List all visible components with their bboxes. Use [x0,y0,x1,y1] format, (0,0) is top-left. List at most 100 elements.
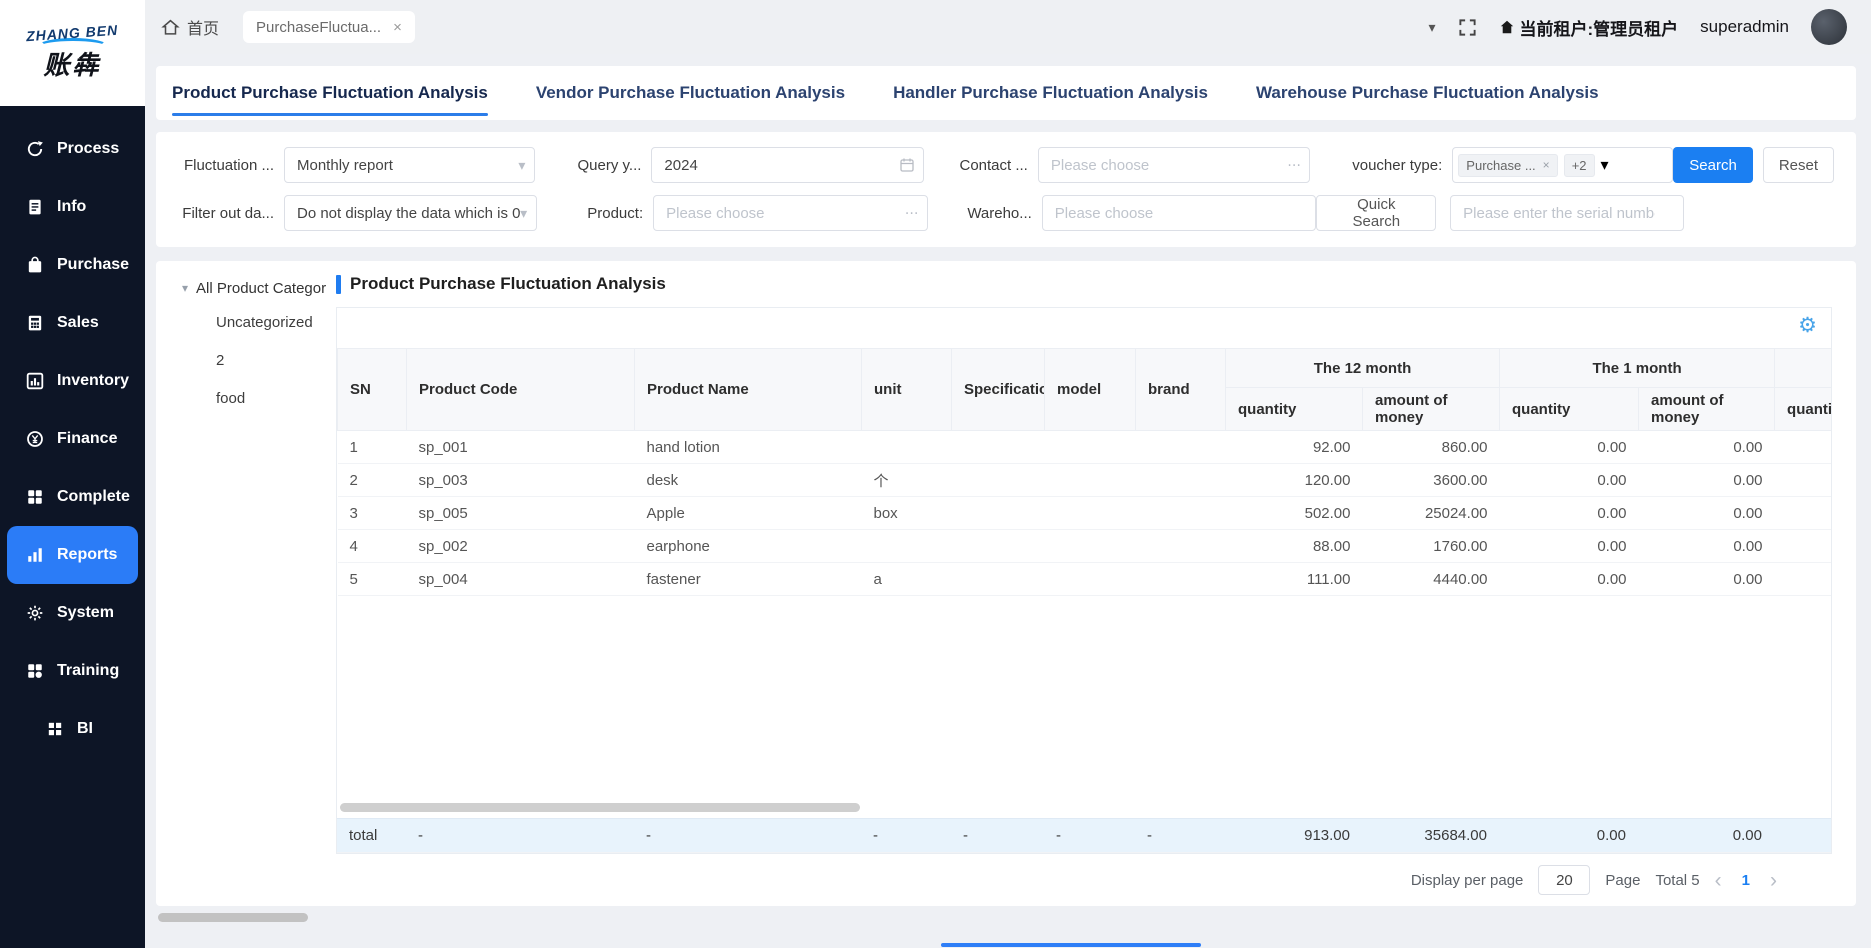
total-brand: - [1135,819,1225,853]
close-icon[interactable]: × [393,19,402,36]
query-year-input[interactable] [651,147,923,183]
query-year-label: Query y... [561,157,641,174]
app-logo[interactable]: ZHANG BEN 账犇 [0,0,145,106]
table-row[interactable]: 1 sp_001 hand lotion 92.00 860.00 [338,431,1833,464]
cell-model [1045,530,1136,563]
tab-warehouse-analysis[interactable]: Warehouse Purchase Fluctuation Analysis [1256,83,1599,103]
sidebar-item-bi[interactable]: BI [0,700,145,758]
open-document-tab[interactable]: PurchaseFluctua... × [243,11,415,43]
sidebar-item-inventory[interactable]: Inventory [0,352,145,410]
cell-spec [952,431,1045,464]
tree-root-all-categories[interactable]: ▾ All Product Categor [182,273,336,303]
sidebar-item-purchase[interactable]: Purchase [0,236,145,294]
cell-sn: 4 [338,530,407,563]
sidebar-item-finance[interactable]: Finance [0,410,145,468]
product-label: Product: [563,205,643,222]
inventory-icon [26,372,44,390]
cell-amount-12: 4440.00 [1363,563,1500,596]
avatar[interactable] [1811,9,1847,45]
table-container: ⚙ SN Product Code Product Name [336,307,1832,854]
table-row[interactable]: 3 sp_005 Apple box 502.00 25024.00 [338,497,1833,530]
table-empty-space [337,596,1831,801]
tree-item-uncategorized[interactable]: Uncategorized [182,303,336,341]
analysis-panel: Product Purchase Fluctuation Analysis ⚙ [336,269,1856,906]
total-quantity-12: 913.00 [1225,819,1362,853]
cell-name: earphone [635,530,862,563]
col-header-quantity-partial: quantity [1775,388,1832,431]
main-column: 首页 PurchaseFluctua... × ▾ 当前租户:管理员租户 sup… [145,0,1871,948]
quick-search-group: Quick Search [1316,195,1684,231]
group-header-partial [1775,349,1832,388]
quick-search-button[interactable]: Quick Search [1316,195,1436,231]
table-row[interactable]: 4 sp_002 earphone 88.00 1760.00 0. [338,530,1833,563]
tree-item-2[interactable]: 2 [182,341,336,379]
username[interactable]: superadmin [1700,17,1789,37]
contact-wrap: ⋯ [1038,147,1310,183]
table-row[interactable]: 2 sp_003 desk 个 120.00 3600.00 0.00 [338,464,1833,497]
total-amount-12: 35684.00 [1362,819,1499,853]
sidebar-item-training[interactable]: Training [0,642,145,700]
tab-product-analysis[interactable]: Product Purchase Fluctuation Analysis [172,83,488,103]
tenant-label: 当前租户:管理员租户 [1520,15,1679,40]
table-row[interactable]: 5 sp_004 fastener a 111.00 4440.00 [338,563,1833,596]
cell-sn: 2 [338,464,407,497]
col-header-specifications: Specifications [952,349,1045,431]
total-amount-1: 0.00 [1638,819,1774,853]
sidebar-item-sales[interactable]: Sales [0,294,145,352]
cell-spec [952,530,1045,563]
cell-model [1045,497,1136,530]
col-header-unit: unit [862,349,952,431]
fluctuation-type-select[interactable]: Monthly report ▾ [284,147,535,183]
search-button[interactable]: Search [1673,147,1753,183]
sidebar-item-reports[interactable]: Reports [7,526,138,584]
current-page[interactable]: 1 [1737,872,1755,889]
page-horizontal-scrollbar[interactable] [158,913,308,922]
sidebar-item-system[interactable]: System [0,584,145,642]
product-select[interactable] [653,195,928,231]
tab-handler-analysis[interactable]: Handler Purchase Fluctuation Analysis [893,83,1208,103]
reset-button[interactable]: Reset [1763,147,1834,183]
prev-page-icon[interactable]: ‹ [1715,870,1722,891]
sidebar-item-process[interactable]: Process [0,120,145,178]
fluctuation-type-value: Monthly report [297,157,393,174]
serial-number-input[interactable] [1450,195,1684,231]
product-wrap: ⋯ [653,195,928,231]
warehouse-select[interactable] [1042,195,1317,231]
total-name: - [634,819,861,853]
content-area: Product Purchase Fluctuation Analysis Ve… [145,54,1871,948]
sidebar-item-label: System [57,604,114,622]
sidebar-item-label: Complete [57,488,130,506]
fluctuation-label: Fluctuation ... [178,157,274,174]
contact-select[interactable] [1038,147,1310,183]
sidebar-item-complete[interactable]: Complete [0,468,145,526]
sidebar-item-label: Reports [57,546,117,564]
current-tenant[interactable]: 当前租户:管理员租户 [1499,15,1679,40]
col-header-amount-12: amount of money [1363,388,1500,431]
cell-model [1045,563,1136,596]
table-horizontal-scrollbar[interactable] [340,803,860,812]
sidebar-item-label: Sales [57,314,99,332]
sidebar-item-info[interactable]: Info [0,178,145,236]
warehouse-wrap [1042,195,1317,231]
tab-vendor-analysis[interactable]: Vendor Purchase Fluctuation Analysis [536,83,845,103]
column-settings-gear-icon[interactable]: ⚙ [1798,315,1817,336]
page-label: Page [1605,872,1640,889]
next-page-icon[interactable]: › [1770,870,1777,891]
voucher-type-select[interactable]: Purchase ... × +2 ▾ [1452,147,1673,183]
analysis-card: ▾ All Product Categor Uncategorized 2 fo… [156,261,1856,906]
cell-amount-12: 1760.00 [1363,530,1500,563]
cell-brand [1136,530,1226,563]
logo-text-cn: 账犇 [43,45,101,82]
page-size-input[interactable]: 20 [1538,865,1590,895]
home-icon [161,18,180,37]
filter-zero-select[interactable]: Do not display the data which is 0 ▾ [284,195,537,231]
chevron-down-icon[interactable]: ▾ [1428,19,1435,36]
tree-item-food[interactable]: food [182,379,336,417]
tag-close-icon[interactable]: × [1543,158,1550,172]
sidebar-item-label: Finance [57,430,117,448]
cell-unit: box [862,497,952,530]
col-header-amount-1: amount of money [1639,388,1775,431]
home-breadcrumb[interactable]: 首页 [161,15,219,39]
topbar: 首页 PurchaseFluctua... × ▾ 当前租户:管理员租户 sup… [145,0,1871,54]
fullscreen-icon[interactable] [1458,18,1477,37]
